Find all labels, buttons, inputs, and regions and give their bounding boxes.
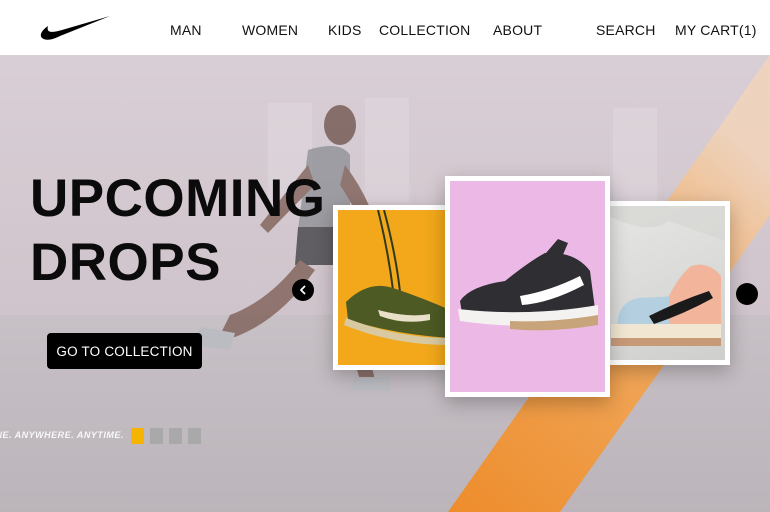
nav-about[interactable]: ABOUT (493, 22, 542, 38)
nav-collection[interactable]: COLLECTION (379, 22, 470, 38)
chevron-left-icon (300, 285, 306, 295)
nav-women[interactable]: WOMEN (242, 22, 298, 38)
carousel-prev-button[interactable] (292, 279, 314, 301)
product-card-black-shoe[interactable] (445, 176, 610, 397)
hero-tagline: ONE. ANYWHERE. ANYTIME. (0, 430, 124, 440)
pagination-dot-2[interactable] (150, 428, 163, 444)
go-to-collection-button[interactable]: GO TO COLLECTION (47, 333, 202, 369)
headline-line-1: UPCOMING (30, 169, 326, 228)
nike-swoosh-logo[interactable] (40, 14, 112, 42)
pagination-dot-4[interactable] (188, 428, 201, 444)
nav-kids[interactable]: KIDS (328, 22, 361, 38)
hero-banner: UPCOMING DROPS GO TO COLLECTION ONE. ANY… (0, 55, 770, 512)
carousel-next-button[interactable] (736, 283, 758, 305)
product-card-high-top[interactable] (604, 201, 730, 365)
nav-cart[interactable]: MY CART(1) (675, 22, 757, 38)
black-training-shoe-image (458, 239, 598, 331)
green-running-shoe-image (344, 210, 450, 345)
pagination-dot-1[interactable] (131, 428, 144, 444)
hero-headline: UPCOMING DROPS (30, 167, 326, 295)
nav-search[interactable]: SEARCH (596, 22, 656, 38)
product-card-green-shoe[interactable] (333, 205, 455, 370)
headline-line-2: DROPS (30, 233, 221, 292)
top-nav-bar: MAN WOMEN KIDS COLLECTION ABOUT SEARCH M… (0, 0, 770, 55)
nav-man[interactable]: MAN (170, 22, 202, 38)
pastel-high-top-sneaker-image (609, 206, 725, 346)
pagination-dot-3[interactable] (169, 428, 182, 444)
